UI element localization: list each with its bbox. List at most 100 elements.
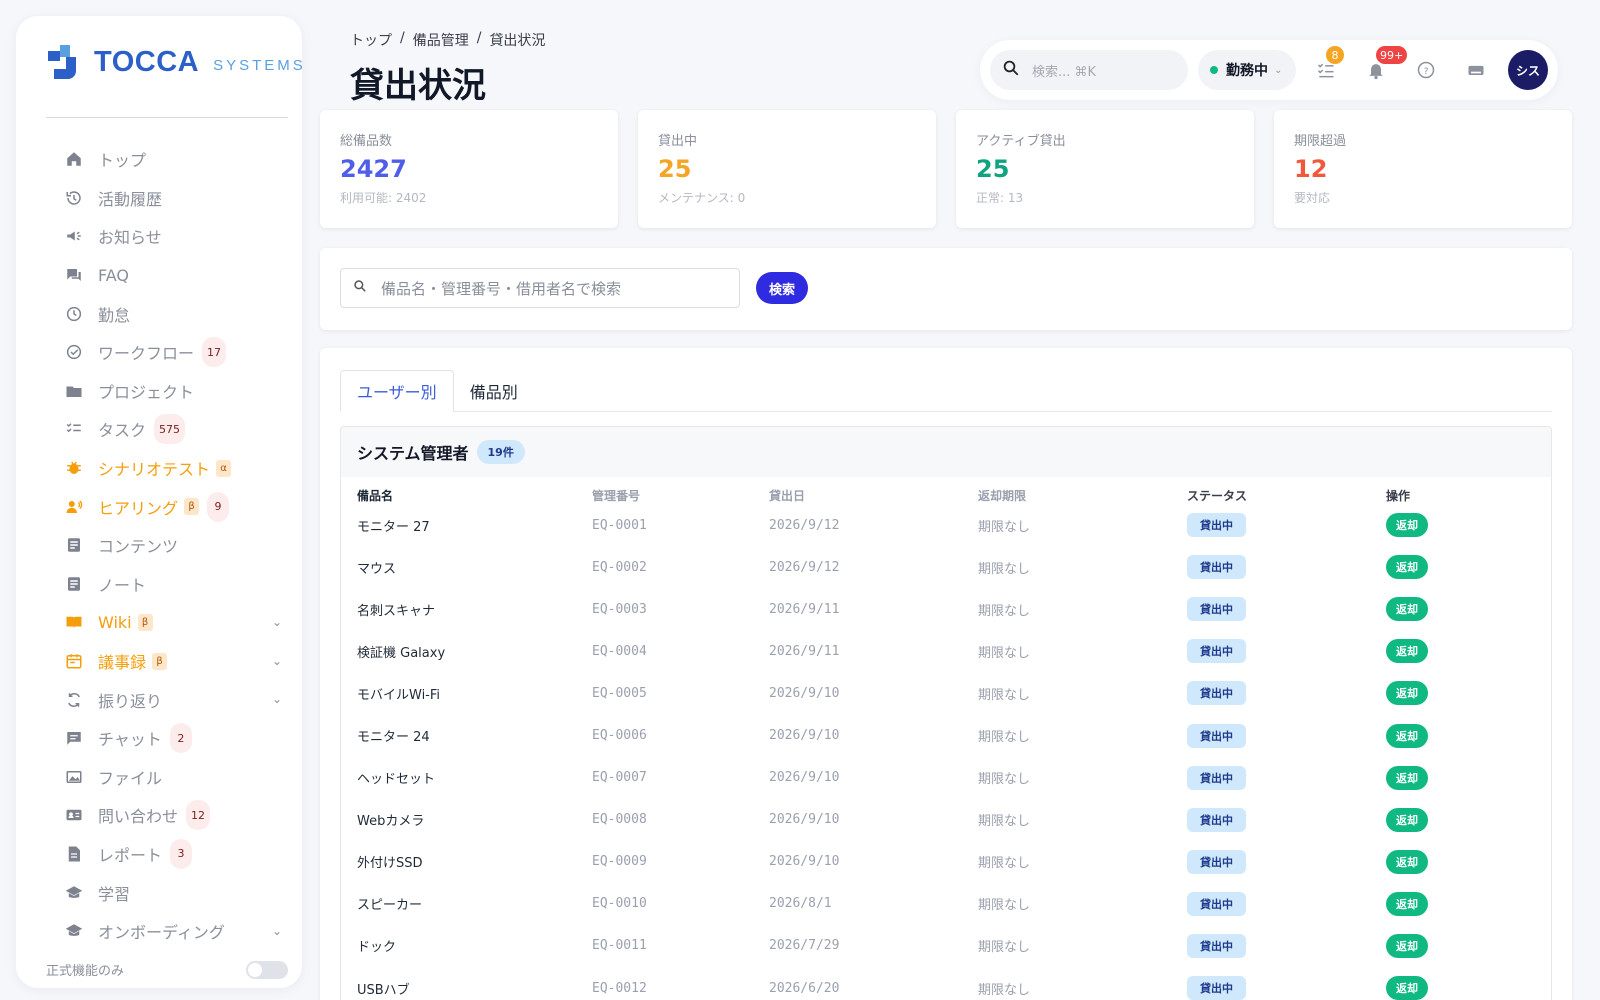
- equipment-name: Webカメラ: [357, 814, 425, 830]
- sidebar-footer: 正式機能のみ: [46, 960, 288, 979]
- tasks-button[interactable]: 8: [1314, 46, 1344, 82]
- due-date: 期限なし: [978, 856, 1031, 872]
- return-button[interactable]: 返却: [1386, 723, 1428, 748]
- return-button[interactable]: 返却: [1386, 765, 1428, 790]
- sidebar-item-contents[interactable]: コンテンツ: [46, 526, 286, 565]
- chevron-down-icon[interactable]: ⌄: [272, 692, 282, 706]
- equipment-name: 外付けSSD: [357, 856, 423, 872]
- due-date: 期限なし: [978, 687, 1031, 703]
- folder-icon: [64, 381, 84, 401]
- due-date: 期限なし: [978, 730, 1031, 746]
- notifications-badge: 99+: [1376, 46, 1408, 64]
- table-row: モバイルWi-Fi EQ-0005 2026/9/10 期限なし 貸出中 返却: [341, 672, 1551, 714]
- notifications-button[interactable]: 99+: [1364, 46, 1408, 82]
- note-icon: [64, 574, 84, 594]
- feature-stage-badge: β: [152, 652, 168, 670]
- sidebar-item-chat[interactable]: チャット 2: [46, 719, 286, 758]
- help-button[interactable]: ?: [1414, 58, 1438, 82]
- loan-date: 2026/9/11: [769, 643, 840, 659]
- chevron-down-icon[interactable]: ⌄: [272, 924, 282, 938]
- sidebar-item-label: 学習: [98, 884, 131, 904]
- return-button[interactable]: 返却: [1386, 976, 1428, 1000]
- keyboard-shortcuts-button[interactable]: [1464, 58, 1488, 82]
- return-button[interactable]: 返却: [1386, 555, 1428, 580]
- work-status-dropdown[interactable]: 勤務中 ⌄: [1198, 50, 1296, 90]
- user-group-count-badge: 19件: [476, 440, 525, 464]
- sidebar-item-project[interactable]: プロジェクト: [46, 372, 286, 411]
- tab-by-equipment[interactable]: 備品別: [454, 370, 534, 412]
- search-card: 備品名・管理番号・借用者名で検索 検索: [320, 248, 1572, 330]
- calendar-icon: [64, 651, 84, 671]
- equipment-search-input[interactable]: 備品名・管理番号・借用者名で検索: [340, 268, 740, 308]
- stat-card-active-loans: アクティブ貸出 25 正常: 13: [956, 110, 1254, 228]
- user-group-header: システム管理者 19件: [341, 427, 1551, 477]
- sidebar-item-attendance[interactable]: 勤怠: [46, 294, 286, 333]
- return-button[interactable]: 返却: [1386, 639, 1428, 664]
- global-search-input[interactable]: 検索... ⌘K: [990, 50, 1188, 90]
- return-button[interactable]: 返却: [1386, 891, 1428, 916]
- sidebar-item-note[interactable]: ノート: [46, 565, 286, 604]
- breadcrumb-separator: /: [400, 30, 405, 46]
- status-badge: 貸出中: [1187, 933, 1246, 958]
- return-button[interactable]: 返却: [1386, 597, 1428, 622]
- return-button[interactable]: 返却: [1386, 933, 1428, 958]
- loan-date: 2026/9/10: [769, 854, 840, 870]
- table-row: ドック EQ-0011 2026/7/29 期限なし 貸出中 返却: [341, 925, 1551, 967]
- sidebar-item-history[interactable]: 活動履歴: [46, 179, 286, 218]
- help-icon: ?: [1417, 61, 1435, 79]
- sidebar-item-label: レポート: [98, 845, 163, 865]
- return-button[interactable]: 返却: [1386, 807, 1428, 832]
- user-avatar[interactable]: シス: [1508, 50, 1548, 90]
- sidebar-item-minutes[interactable]: 議事録 β ⌄: [46, 642, 286, 681]
- equipment-code: EQ-0001: [592, 517, 647, 533]
- sidebar-item-inquiry[interactable]: 問い合わせ 12: [46, 796, 286, 835]
- column-header-status: ステータス: [1187, 489, 1248, 503]
- history-icon: [64, 188, 84, 208]
- stat-value: 25: [658, 155, 692, 183]
- sidebar-item-file[interactable]: ファイル: [46, 758, 286, 797]
- sidebar-item-wiki[interactable]: Wiki β ⌄: [46, 603, 286, 642]
- page-title: 貸出状況: [350, 66, 486, 106]
- tab-by-user[interactable]: ユーザー別: [340, 370, 454, 412]
- status-badge: 貸出中: [1187, 849, 1246, 874]
- sidebar-item-faq[interactable]: FAQ: [46, 256, 286, 295]
- sidebar-item-news[interactable]: お知らせ: [46, 217, 286, 256]
- sidebar-item-retrospective[interactable]: 振り返り ⌄: [46, 680, 286, 719]
- sidebar-item-label: お知らせ: [98, 228, 162, 248]
- app-logo[interactable]: TOCCA SYSTEMS: [46, 43, 302, 81]
- return-button[interactable]: 返却: [1386, 849, 1428, 874]
- sidebar-item-workflow[interactable]: ワークフロー 17: [46, 333, 286, 372]
- sidebar-item-onboarding[interactable]: オンボーディング ⌄: [46, 912, 286, 951]
- count-badge: 2: [169, 723, 192, 754]
- sidebar-item-label: タスク: [98, 421, 147, 441]
- loan-date: 2026/8/1: [769, 896, 832, 912]
- search-button[interactable]: 検索: [756, 272, 808, 304]
- divider: [46, 117, 288, 118]
- chevron-down-icon[interactable]: ⌄: [272, 615, 282, 629]
- loan-date: 2026/9/11: [769, 601, 840, 617]
- count-badge: 9: [207, 491, 230, 522]
- return-button[interactable]: 返却: [1386, 681, 1428, 706]
- stat-subtext: 正常: 13: [976, 191, 1024, 205]
- sidebar-item-hearing[interactable]: ヒアリング β 9: [46, 487, 286, 526]
- breadcrumb-equipment[interactable]: 備品管理: [413, 30, 469, 50]
- sidebar-item-report[interactable]: レポート 3: [46, 835, 286, 874]
- official-only-label: 正式機能のみ: [46, 964, 125, 979]
- stat-card-overdue: 期限超過 12 要対応: [1274, 110, 1572, 228]
- official-only-toggle[interactable]: [246, 960, 288, 979]
- loan-date: 2026/6/20: [769, 980, 840, 996]
- equipment-code: EQ-0011: [592, 938, 647, 954]
- due-date: 期限なし: [978, 561, 1031, 577]
- count-badge: 3: [170, 838, 193, 869]
- equipment-name: ドック: [357, 940, 397, 956]
- breadcrumb-top[interactable]: トップ: [350, 30, 392, 50]
- sidebar-item-scenario-test[interactable]: シナリオテスト α: [46, 449, 286, 488]
- return-button[interactable]: 返却: [1386, 513, 1428, 538]
- equipment-name: ヘッドセット: [357, 772, 436, 788]
- sidebar-item-task[interactable]: タスク 575: [46, 410, 286, 449]
- clock-icon: [64, 304, 84, 324]
- sidebar-item-learning[interactable]: 学習: [46, 873, 286, 912]
- chevron-down-icon[interactable]: ⌄: [272, 654, 282, 668]
- count-badge: 575: [154, 414, 186, 445]
- sidebar-item-top[interactable]: トップ: [46, 140, 286, 179]
